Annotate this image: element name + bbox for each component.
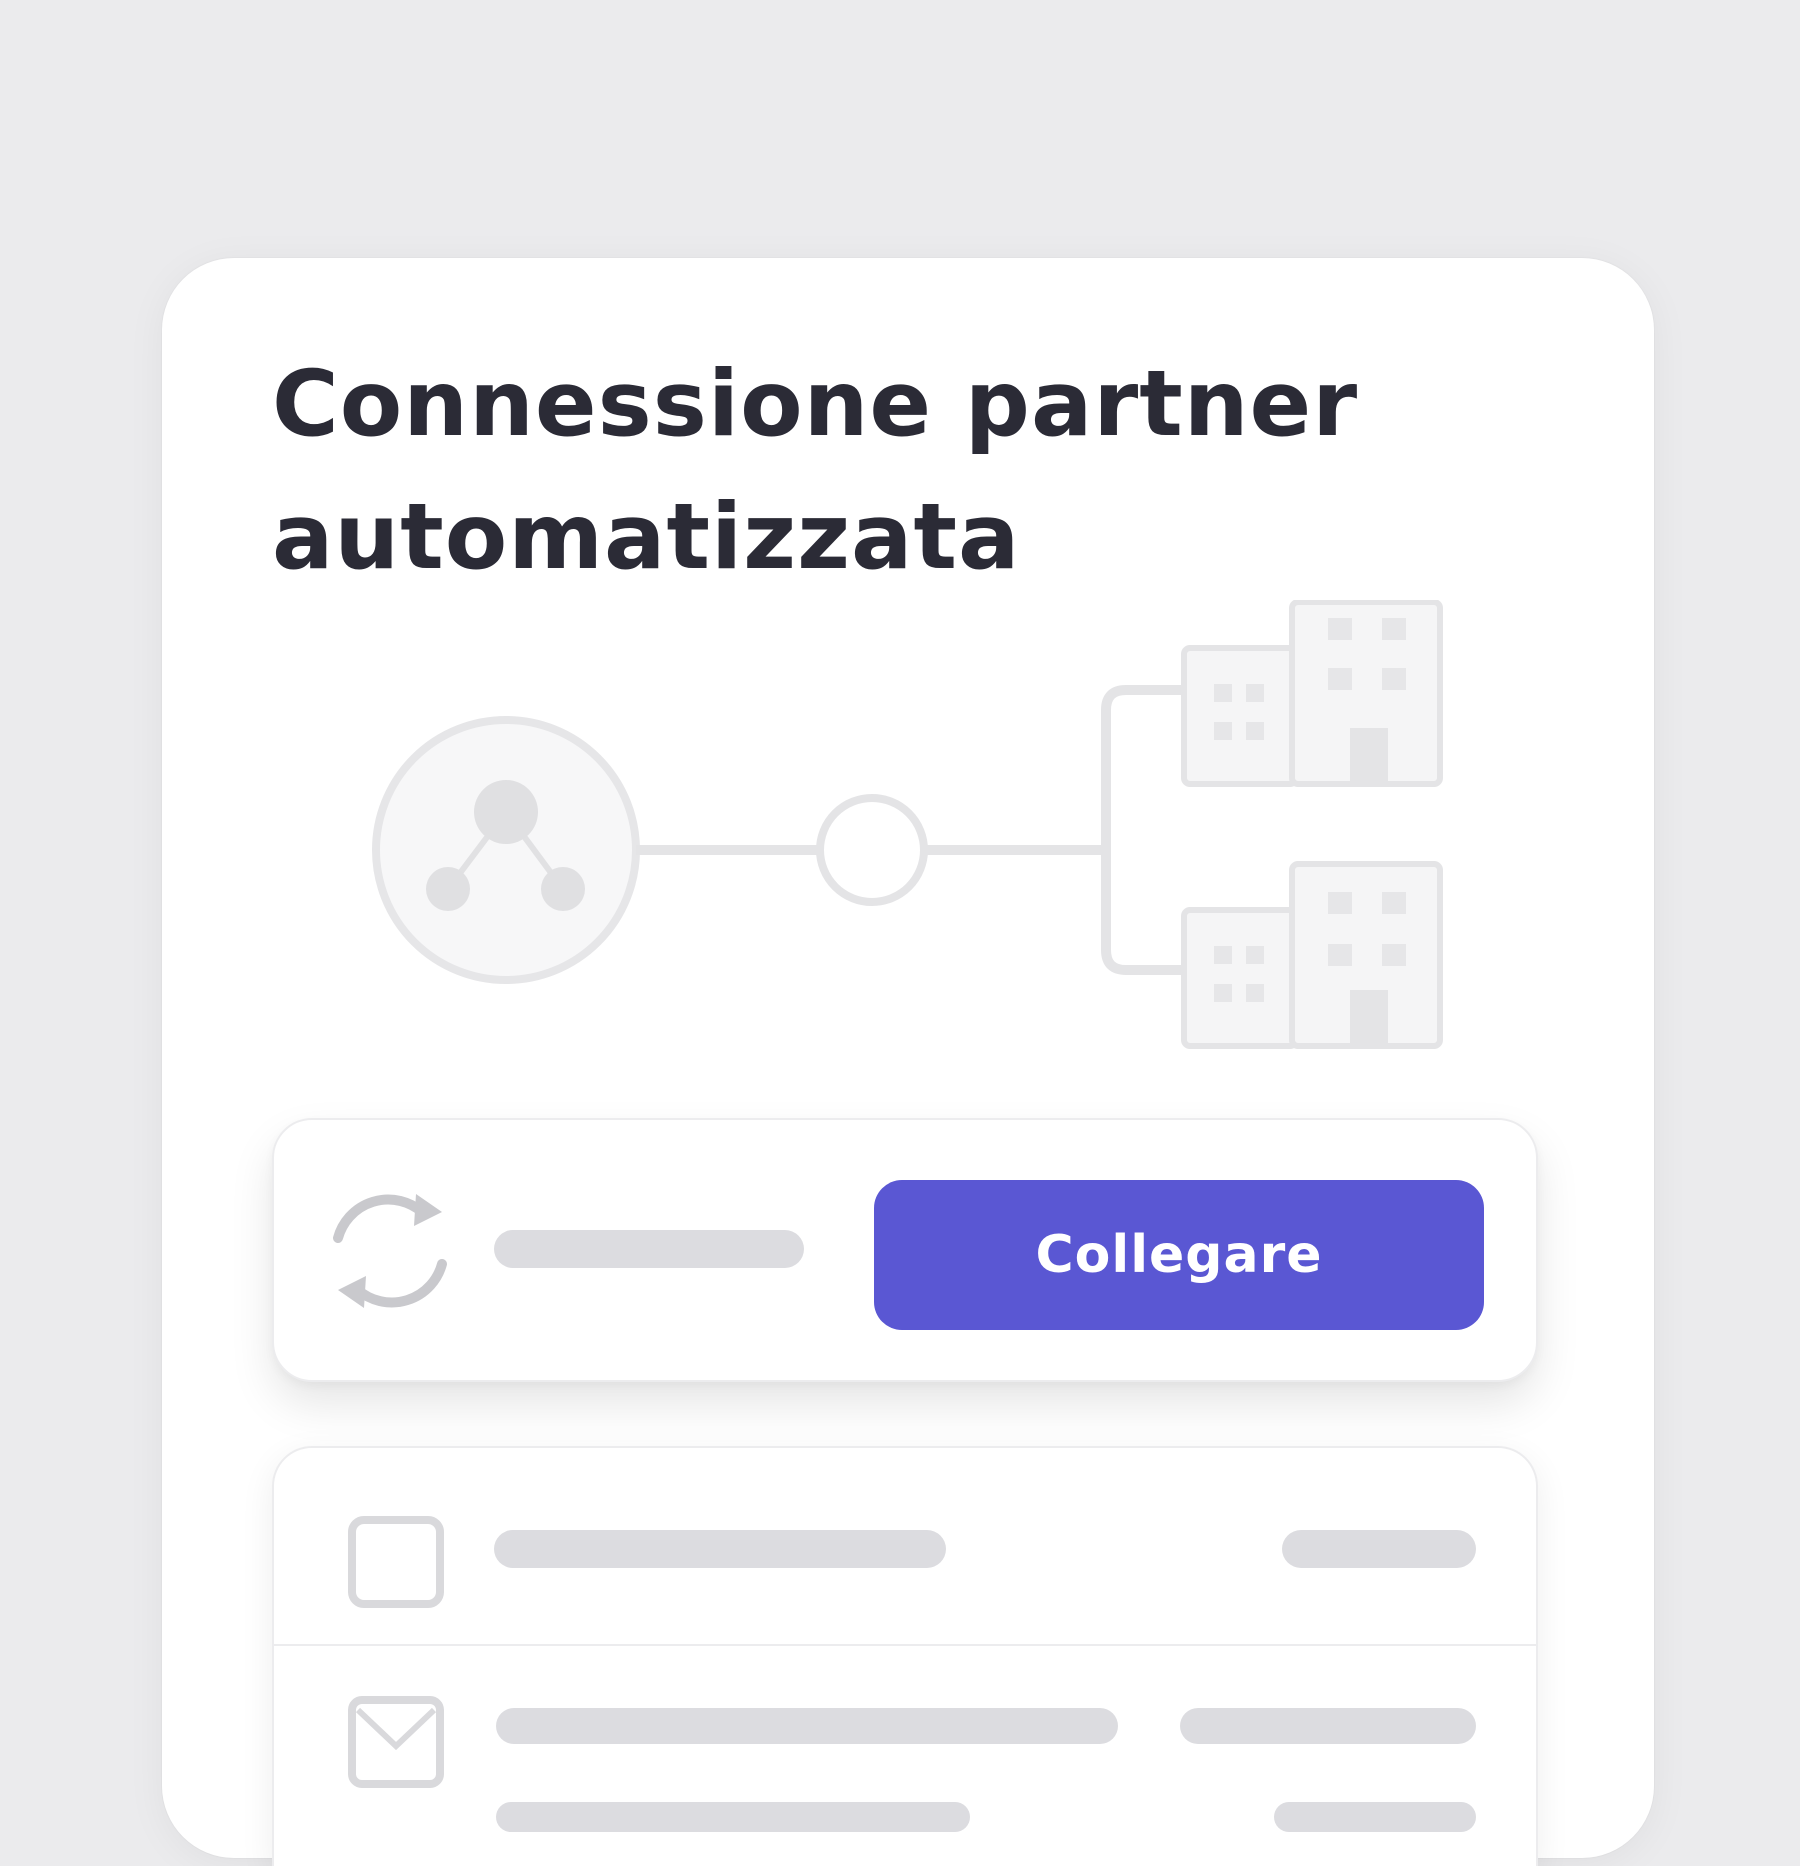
office-building-icon bbox=[1181, 600, 1443, 787]
page-title: Connessione partner automatizzata bbox=[272, 352, 1359, 590]
list-item[interactable] bbox=[274, 1644, 1536, 1836]
item-meta-placeholder bbox=[1180, 1708, 1476, 1744]
status-placeholder-bar bbox=[494, 1230, 804, 1268]
partner-list bbox=[272, 1446, 1538, 1866]
item-meta-placeholder bbox=[1282, 1530, 1476, 1568]
partner-network-illustration bbox=[372, 600, 1443, 1049]
item-subtitle-placeholder bbox=[1274, 1802, 1476, 1832]
list-item[interactable] bbox=[274, 1448, 1536, 1638]
item-title-placeholder bbox=[494, 1530, 946, 1568]
item-title-placeholder bbox=[496, 1708, 1118, 1744]
connect-button[interactable]: Collegare bbox=[874, 1180, 1484, 1330]
office-building-icon bbox=[1181, 861, 1443, 1049]
item-subtitle-placeholder bbox=[496, 1802, 970, 1832]
checkbox-icon[interactable] bbox=[348, 1516, 444, 1608]
empty-node-icon bbox=[816, 794, 928, 906]
sync-icon bbox=[333, 1194, 447, 1308]
connect-panel: Collegare bbox=[272, 1118, 1538, 1382]
mail-icon bbox=[348, 1696, 444, 1788]
network-hub-icon bbox=[372, 716, 640, 984]
